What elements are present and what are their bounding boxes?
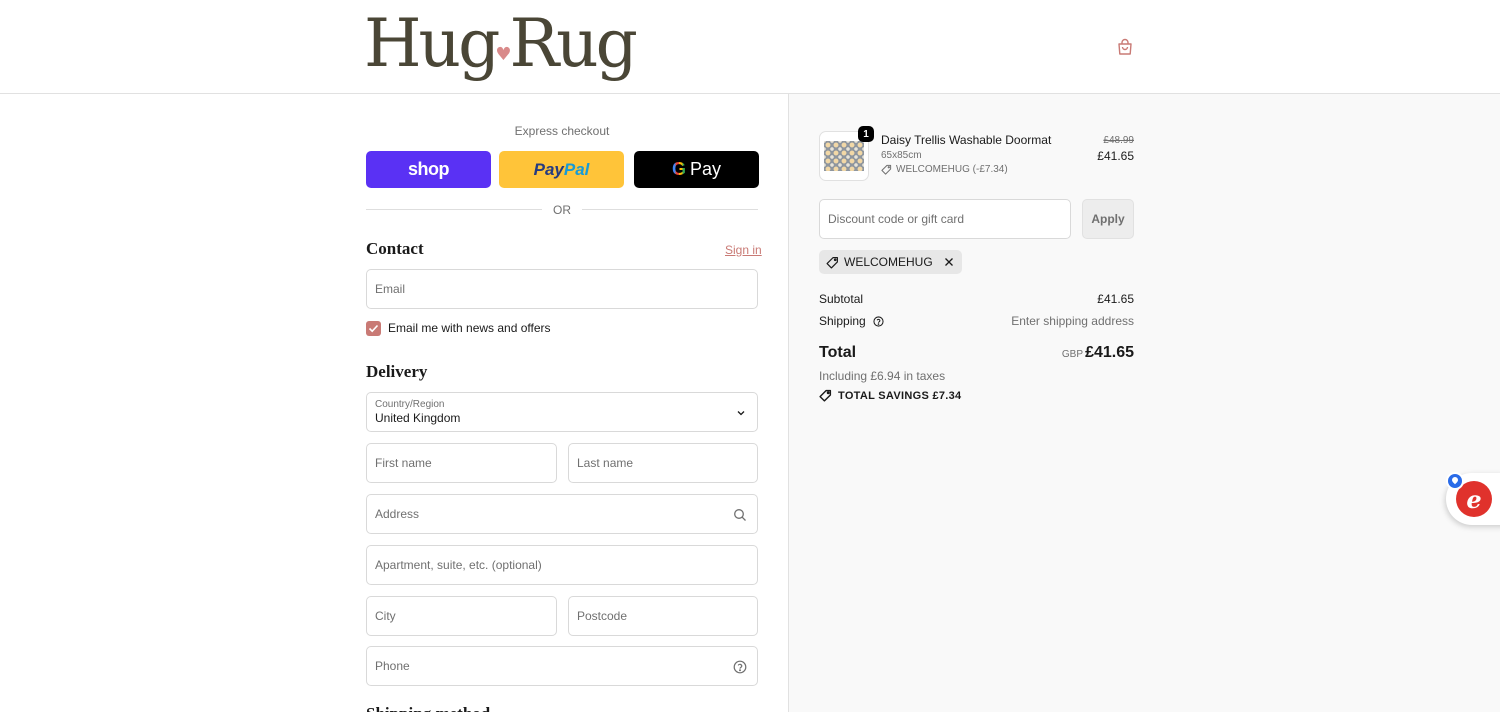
- city-input[interactable]: [375, 597, 524, 635]
- express-checkout-title: Express checkout: [514, 124, 610, 138]
- doormat-image: [824, 141, 864, 171]
- close-icon: [944, 258, 953, 266]
- email-input[interactable]: [375, 270, 725, 308]
- apartment-input[interactable]: [375, 546, 725, 584]
- city-field: [366, 596, 557, 636]
- google-pay-label: Pay: [689, 159, 722, 179]
- google-g-icon: G: [671, 159, 686, 179]
- divider-right: [582, 209, 758, 210]
- checkmark-icon: [368, 324, 379, 333]
- phone-input[interactable]: [375, 647, 725, 685]
- paypal-label-pal: Pal: [563, 159, 590, 179]
- paypal-button[interactable]: Pay Pal: [499, 151, 624, 188]
- tag-icon: [826, 256, 838, 269]
- newsletter-checkbox[interactable]: [366, 321, 381, 336]
- address-input[interactable]: [375, 495, 725, 533]
- discount-code-field: [819, 199, 1071, 239]
- paypal-label-pay: Pay: [533, 159, 564, 179]
- subtotal-label: Subtotal: [819, 292, 864, 306]
- applied-code-chip: WELCOMEHUG: [819, 250, 962, 274]
- product-name: Daisy Trellis Washable Doormat: [881, 133, 1052, 147]
- order-summary-panel: [788, 94, 1500, 712]
- contact-heading: Contact: [366, 239, 424, 258]
- or-divider-text: OR: [553, 203, 571, 217]
- search-icon: [734, 509, 746, 521]
- total-savings: TOTAL SAVINGS £7.34: [819, 389, 961, 402]
- quantity-badge: 1: [858, 126, 874, 142]
- product-discount: WELCOMEHUG (-£7.34): [881, 164, 1008, 175]
- product-variant: 65x85cm: [881, 150, 922, 161]
- shop-pay-label: shop: [408, 159, 450, 179]
- total-value: £41.65: [1085, 344, 1134, 361]
- email-field: [366, 269, 758, 309]
- taxes-note: Including £6.94 in taxes: [819, 369, 946, 383]
- help-circle-icon[interactable]: [733, 660, 747, 674]
- discounted-price: £41.65: [1097, 149, 1134, 163]
- remove-code-button[interactable]: [944, 257, 954, 267]
- shipping-row: Shipping: [819, 314, 884, 328]
- postcode-input[interactable]: [577, 597, 725, 635]
- applied-code-text: WELCOMEHUG: [844, 255, 933, 269]
- logo-text-rug: Rug: [509, 5, 637, 82]
- country-select[interactable]: Country/Region United Kingdom: [366, 392, 758, 432]
- apartment-field: [366, 545, 758, 585]
- logo-heart-icon: ♥: [495, 44, 512, 65]
- total-savings-text: TOTAL SAVINGS £7.34: [838, 389, 962, 402]
- brand-logo[interactable]: Hug♥Rug: [364, 4, 638, 101]
- google-pay-button[interactable]: G Pay: [634, 151, 759, 188]
- help-circle-icon[interactable]: [873, 316, 884, 327]
- tag-icon: [881, 164, 892, 175]
- site-header: Hug♥Rug: [0, 0, 1500, 94]
- logo-text-hug: Hug: [364, 5, 500, 82]
- tag-icon: [819, 389, 832, 402]
- subtotal-value: £41.65: [1097, 292, 1134, 306]
- product-discount-text: WELCOMEHUG (-£7.34): [896, 164, 1008, 175]
- location-pin-icon: [1446, 472, 1464, 490]
- shipping-method-heading: Shipping method: [366, 704, 490, 712]
- original-price: £48.99: [1103, 135, 1134, 146]
- discount-code-input[interactable]: [828, 200, 1064, 238]
- shop-pay-button[interactable]: shop: [366, 151, 491, 188]
- country-label: Country/Region: [375, 399, 445, 410]
- sign-in-link[interactable]: Sign in: [725, 243, 762, 257]
- postcode-field: [568, 596, 758, 636]
- apply-button[interactable]: Apply: [1082, 199, 1134, 239]
- shipping-label: Shipping: [819, 314, 866, 328]
- shopping-bag-icon[interactable]: [1116, 38, 1134, 56]
- delivery-heading: Delivery: [366, 362, 428, 381]
- last-name-input[interactable]: [577, 444, 725, 482]
- newsletter-label: Email me with news and offers: [388, 321, 551, 335]
- phone-field: [366, 646, 758, 686]
- first-name-field: [366, 443, 557, 483]
- divider-left: [366, 209, 542, 210]
- total-currency: GBP: [1061, 349, 1083, 360]
- shipping-value: Enter shipping address: [1011, 314, 1134, 328]
- last-name-field: [568, 443, 758, 483]
- address-field: [366, 494, 758, 534]
- chevron-down-icon: [737, 411, 745, 416]
- total-label: Total: [819, 344, 857, 361]
- country-value: United Kingdom: [375, 411, 461, 425]
- first-name-input[interactable]: [375, 444, 524, 482]
